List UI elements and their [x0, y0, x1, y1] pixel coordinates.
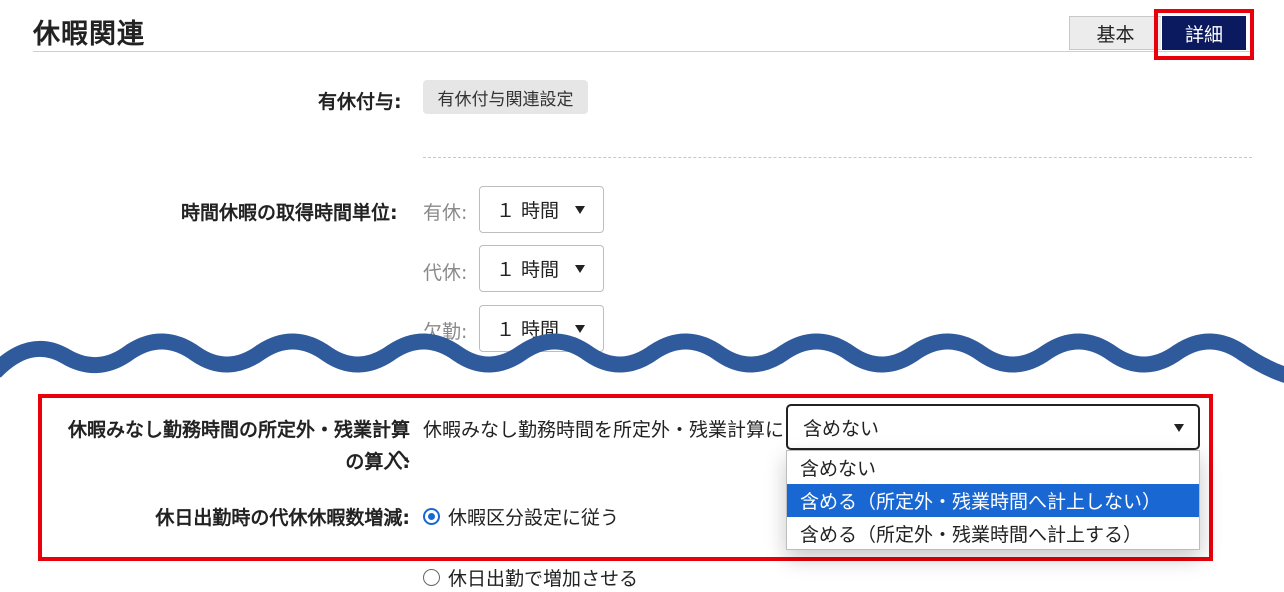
- omission-wave: [0, 333, 1284, 383]
- radio-follow-category[interactable]: 休暇区分設定に従う: [423, 503, 619, 530]
- title-divider: [33, 51, 1251, 52]
- comp-leave-unit-label: 代休:: [423, 262, 468, 284]
- deemed-hours-select-value: 含めない: [803, 417, 880, 440]
- deemed-hours-inline-text: 休暇みなし勤務時間を所定外・残業計算に: [423, 419, 785, 441]
- comp-leave-unit-value: １ 時間: [496, 259, 560, 281]
- radio-increase-on-holiday[interactable]: 休日出勤で増加させる: [423, 564, 638, 591]
- caret-down-icon: [1174, 424, 1184, 432]
- dropdown-option-include-count[interactable]: 含める（所定外・残業時間へ計上する）: [787, 517, 1199, 550]
- paid-leave-label: 有休付与:: [318, 91, 402, 113]
- paid-leave-unit-value: １ 時間: [496, 200, 560, 222]
- paid-leave-settings-button[interactable]: 有休付与関連設定: [423, 80, 588, 114]
- radio-checked-icon[interactable]: [423, 508, 440, 525]
- tab-basic[interactable]: 基本: [1069, 16, 1161, 50]
- tab-detail[interactable]: 詳細: [1162, 16, 1246, 50]
- caret-down-icon: [575, 265, 585, 273]
- comp-leave-unit-select[interactable]: １ 時間: [479, 245, 604, 292]
- radio-increase-on-holiday-label: 休日出勤で増加させる: [448, 568, 639, 590]
- caret-down-icon: [575, 206, 585, 214]
- deemed-hours-label-line2: の算入:: [345, 451, 410, 473]
- section-divider: [423, 157, 1252, 158]
- hourly-unit-label: 時間休暇の取得時間単位:: [181, 202, 398, 224]
- holiday-work-label: 休日出勤時の代休休暇数増減:: [155, 507, 410, 529]
- paid-leave-unit-label: 有休:: [423, 202, 468, 224]
- dropdown-option-exclude[interactable]: 含めない: [787, 451, 1199, 484]
- page-title: 休暇関連: [33, 19, 145, 50]
- dropdown-option-include-no-count[interactable]: 含める（所定外・残業時間へ計上しない）: [787, 484, 1199, 517]
- deemed-hours-dropdown: 含めない 含める（所定外・残業時間へ計上しない） 含める（所定外・残業時間へ計上…: [786, 450, 1200, 550]
- radio-unchecked-icon[interactable]: [423, 569, 440, 586]
- deemed-hours-select[interactable]: 含めない: [786, 404, 1200, 450]
- radio-follow-category-label: 休暇区分設定に従う: [448, 507, 620, 529]
- paid-leave-unit-select[interactable]: １ 時間: [479, 186, 604, 233]
